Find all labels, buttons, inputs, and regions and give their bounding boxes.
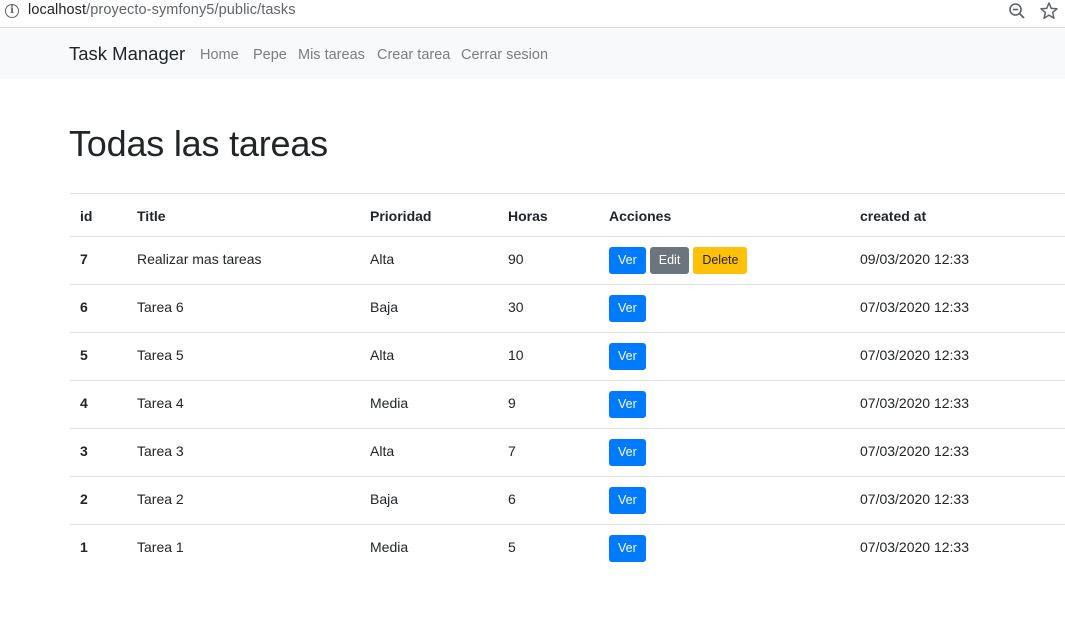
cell-created-at: 07/03/2020 12:33 — [860, 299, 969, 315]
row-actions: Ver — [609, 343, 646, 370]
table-row: 3 Tarea 3 Alta 7 Ver 07/03/2020 12:33 — [70, 429, 1065, 477]
cell-horas: 7 — [508, 443, 516, 459]
cell-prioridad: Baja — [370, 491, 399, 507]
cell-title: Realizar mas tareas — [137, 251, 262, 267]
edit-button[interactable]: Edit — [649, 247, 690, 274]
cell-id: 5 — [80, 347, 88, 363]
cell-horas: 9 — [508, 395, 516, 411]
cell-horas: 90 — [508, 251, 524, 267]
cell-prioridad: Media — [370, 395, 409, 411]
cell-horas: 10 — [508, 347, 524, 363]
ver-button[interactable]: Ver — [609, 391, 646, 418]
table-row: 6 Tarea 6 Baja 30 Ver 07/03/2020 12:33 — [70, 285, 1065, 333]
table-row: 2 Tarea 2 Baja 6 Ver 07/03/2020 12:33 — [70, 477, 1065, 525]
browser-address-bar: i localhost/proyecto-symfony5/public/tas… — [0, 0, 1065, 28]
cell-created-at: 07/03/2020 12:33 — [860, 347, 969, 363]
cell-horas: 5 — [508, 539, 516, 555]
cell-created-at: 07/03/2020 12:33 — [860, 491, 969, 507]
header-created-at: created at — [860, 208, 927, 224]
cell-horas: 30 — [508, 299, 524, 315]
row-actions: Ver — [609, 295, 646, 322]
page-title: Todas las tareas — [69, 123, 328, 164]
header-prioridad: Prioridad — [370, 208, 432, 224]
cell-title: Tarea 2 — [137, 491, 184, 507]
ver-button[interactable]: Ver — [609, 535, 646, 562]
cell-created-at: 07/03/2020 12:33 — [860, 395, 969, 411]
navbar-brand[interactable]: Task Manager — [69, 43, 185, 65]
tasks-table: id Title Prioridad Horas Acciones create… — [70, 193, 1065, 573]
table-row: 5 Tarea 5 Alta 10 Ver 07/03/2020 12:33 — [70, 333, 1065, 381]
cell-created-at: 09/03/2020 12:33 — [860, 251, 969, 267]
url-path: /proyecto-symfony5/public/tasks — [86, 2, 296, 18]
cell-id: 4 — [80, 395, 88, 411]
navbar: Task Manager Home Pepe Mis tareas Crear … — [0, 29, 1065, 79]
table-row: 7 Realizar mas tareas Alta 90 Ver Edit D… — [70, 237, 1065, 285]
cell-title: Tarea 1 — [137, 539, 184, 555]
cell-id: 2 — [80, 491, 88, 507]
ver-button[interactable]: Ver — [609, 343, 646, 370]
nav-link-home[interactable]: Home — [200, 47, 239, 63]
ver-button[interactable]: Ver — [609, 487, 646, 514]
nav-link-cerrar-sesion[interactable]: Cerrar sesion — [461, 47, 548, 63]
star-icon[interactable] — [1039, 1, 1059, 21]
header-title: Title — [137, 208, 166, 224]
row-actions: Ver — [609, 487, 646, 514]
cell-title: Tarea 5 — [137, 347, 184, 363]
cell-prioridad: Alta — [370, 443, 395, 459]
delete-button[interactable]: Delete — [693, 247, 748, 274]
row-actions: Ver — [609, 535, 646, 562]
header-horas: Horas — [508, 208, 548, 224]
cell-id: 7 — [80, 251, 88, 267]
nav-link-mis-tareas[interactable]: Mis tareas — [298, 47, 365, 63]
cell-title: Tarea 4 — [137, 395, 184, 411]
header-acciones: Acciones — [609, 208, 672, 224]
cell-prioridad: Media — [370, 539, 409, 555]
row-actions: Ver — [609, 439, 646, 466]
ver-button[interactable]: Ver — [609, 295, 646, 322]
table-header-row: id Title Prioridad Horas Acciones create… — [70, 194, 1065, 237]
ver-button[interactable]: Ver — [609, 247, 646, 274]
cell-created-at: 07/03/2020 12:33 — [860, 443, 969, 459]
cell-prioridad: Baja — [370, 299, 399, 315]
cell-id: 6 — [80, 299, 88, 315]
cell-horas: 6 — [508, 491, 516, 507]
cell-prioridad: Alta — [370, 251, 395, 267]
cell-title: Tarea 6 — [137, 299, 184, 315]
row-actions: Ver Edit Delete — [609, 247, 748, 274]
cell-title: Tarea 3 — [137, 443, 184, 459]
cell-id: 3 — [80, 443, 88, 459]
table-row: 4 Tarea 4 Media 9 Ver 07/03/2020 12:33 — [70, 381, 1065, 429]
ver-button[interactable]: Ver — [609, 439, 646, 466]
cell-id: 1 — [80, 539, 88, 555]
zoom-out-icon[interactable] — [1008, 2, 1026, 20]
header-id: id — [80, 208, 93, 224]
info-icon[interactable]: i — [5, 4, 19, 18]
nav-link-pepe[interactable]: Pepe — [253, 47, 287, 63]
row-actions: Ver — [609, 391, 646, 418]
nav-link-crear-tarea[interactable]: Crear tarea — [377, 47, 450, 63]
url-host: localhost — [28, 2, 87, 18]
url-field[interactable]: localhost/proyecto-symfony5/public/tasks — [28, 2, 296, 18]
table-row: 1 Tarea 1 Media 5 Ver 07/03/2020 12:33 — [70, 525, 1065, 573]
cell-prioridad: Alta — [370, 347, 395, 363]
cell-created-at: 07/03/2020 12:33 — [860, 539, 969, 555]
